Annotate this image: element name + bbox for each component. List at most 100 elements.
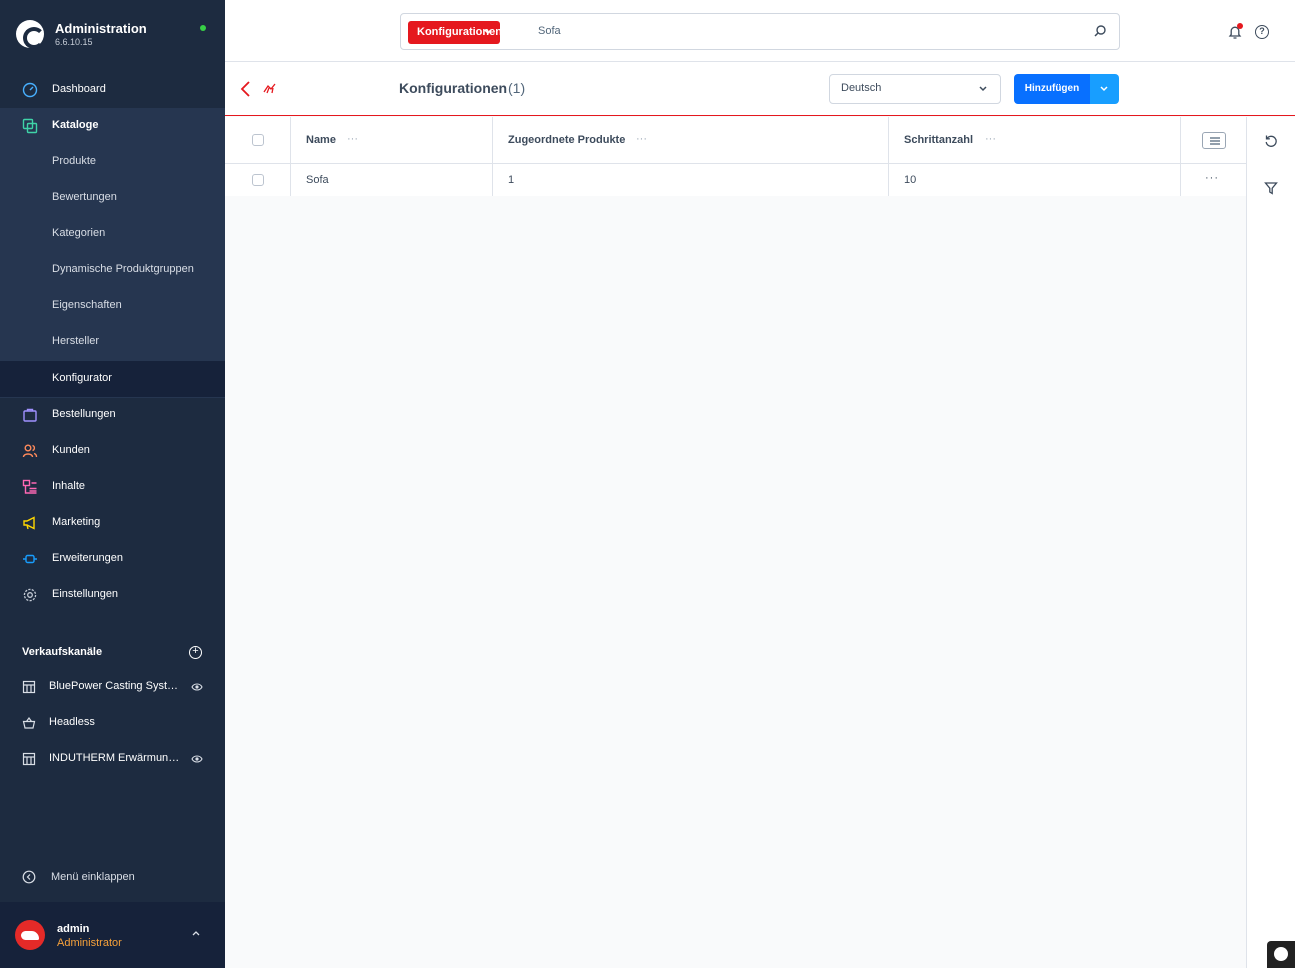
select-all-checkbox[interactable] <box>252 134 264 146</box>
search-input[interactable]: Sofa <box>538 25 561 37</box>
nav-label: Bestellungen <box>52 408 116 420</box>
help-icon[interactable]: ? <box>1255 25 1269 39</box>
nav-label: Kataloge <box>52 119 99 131</box>
table-header: Name ··· Zugeordnete Produkte ··· Schrit… <box>225 117 1246 164</box>
chevron-down-icon <box>484 29 492 35</box>
nav-label: Erweiterungen <box>52 552 123 564</box>
sales-channel-item[interactable]: Headless <box>0 705 225 741</box>
collapse-menu-label: Menü einklappen <box>51 871 135 883</box>
nav-properties[interactable]: Eigenschaften <box>0 288 225 324</box>
page-title: Konfigurationen <box>399 80 508 96</box>
sales-channel-item[interactable]: BluePower Casting Systeme <box>0 669 225 705</box>
avatar <box>15 920 45 950</box>
shopware-logo-icon[interactable] <box>16 20 45 49</box>
shopping-bag-icon <box>23 408 37 422</box>
gear-icon <box>23 588 37 602</box>
nav-label: Kategorien <box>52 227 106 239</box>
gauge-icon <box>22 82 38 98</box>
user-menu[interactable]: admin Administrator <box>0 902 225 968</box>
nav-dynamic-groups[interactable]: Dynamische Produktgruppen <box>0 252 225 288</box>
column-label: Name <box>306 134 336 146</box>
column-header-products[interactable]: Zugeordnete Produkte ··· <box>493 117 889 163</box>
storefront-icon <box>22 680 36 694</box>
row-select-cell <box>225 164 291 196</box>
row-checkbox[interactable] <box>252 174 264 186</box>
cell-name[interactable]: Sofa <box>291 164 493 196</box>
column-menu-icon[interactable]: ··· <box>347 133 358 145</box>
select-all-cell <box>225 117 291 163</box>
nav-label: Einstellungen <box>52 588 119 600</box>
add-button[interactable]: Hinzufügen <box>1014 74 1090 104</box>
collapse-menu-button[interactable]: Menü einklappen <box>0 860 225 894</box>
refresh-icon[interactable] <box>1264 134 1278 148</box>
megaphone-icon <box>23 516 35 530</box>
eye-icon[interactable] <box>191 682 203 692</box>
admin-sidebar: Administration 6.6.10.15 Dashboard Katal… <box>0 0 225 968</box>
nav-content[interactable]: Inhalte <box>0 469 225 505</box>
users-icon <box>22 444 38 458</box>
nav-configurator[interactable]: Konfigurator <box>0 361 225 397</box>
nav-label: Konfigurator <box>52 372 112 384</box>
nav-label: Dashboard <box>52 83 106 95</box>
eye-icon[interactable] <box>191 754 203 764</box>
sales-channel-item[interactable]: INDUTHERM Erwärmungsanlagen <box>0 741 225 777</box>
filter-icon[interactable] <box>1264 181 1278 195</box>
nav-manufacturers[interactable]: Hersteller <box>0 324 225 360</box>
chevron-left-circle-icon <box>22 870 36 884</box>
global-search[interactable]: Konfigurationen Sofa <box>400 13 1120 50</box>
sales-channels-title: Verkaufskanäle <box>22 646 103 658</box>
result-count: (1) <box>508 80 526 96</box>
nav-orders[interactable]: Bestellungen <box>0 397 225 433</box>
add-sales-channel-plus-icon[interactable]: + <box>189 646 202 659</box>
sidebar-header: Administration 6.6.10.15 <box>0 0 225 72</box>
column-label: Zugeordnete Produkte <box>508 134 626 146</box>
app-version: 6.6.10.15 <box>55 37 93 47</box>
nav-dashboard[interactable]: Dashboard <box>0 72 225 108</box>
nav-products[interactable]: Produkte <box>0 144 225 180</box>
column-label: Schrittanzahl <box>904 134 974 146</box>
online-status-icon <box>200 25 206 31</box>
sales-channel-label: Headless <box>49 716 95 728</box>
nav-settings[interactable]: Einstellungen <box>0 577 225 613</box>
app-title: Administration <box>55 21 147 36</box>
content-list-icon <box>22 479 37 494</box>
table-row[interactable]: Sofa 1 10 ··· <box>225 164 1246 196</box>
column-header-steps[interactable]: Schrittanzahl ··· <box>889 117 1181 163</box>
plug-icon <box>23 554 37 564</box>
language-select[interactable]: Deutsch <box>829 74 1001 104</box>
list-icon <box>1210 137 1220 145</box>
column-menu-icon[interactable]: ··· <box>636 133 647 145</box>
language-value: Deutsch <box>841 82 882 94</box>
plugin-brand-icon <box>263 83 276 94</box>
nav-extensions[interactable]: Erweiterungen <box>0 541 225 577</box>
user-role: Administrator <box>57 937 122 949</box>
nav-reviews[interactable]: Bewertungen <box>0 180 225 216</box>
nav-label: Dynamische Produktgruppen <box>52 263 194 275</box>
right-sidebar <box>1246 117 1295 968</box>
cell-value: 10 <box>904 174 917 186</box>
symfony-toolbar-icon[interactable] <box>1267 941 1295 968</box>
basket-icon <box>22 716 36 729</box>
nav-catalogues[interactable]: Kataloge <box>0 108 225 144</box>
nav-label: Inhalte <box>52 480 86 492</box>
row-actions-ellipsis-icon[interactable]: ··· <box>1205 172 1219 184</box>
nav-customers[interactable]: Kunden <box>0 433 225 469</box>
top-bar: Konfigurationen Sofa ? <box>225 0 1295 62</box>
search-type-dropdown[interactable]: Konfigurationen <box>408 21 502 44</box>
column-menu-icon[interactable]: ··· <box>985 133 996 145</box>
catalogue-icon <box>22 118 38 134</box>
back-arrow-icon[interactable] <box>239 80 251 98</box>
add-options-dropdown[interactable] <box>1090 74 1119 104</box>
nav-marketing[interactable]: Marketing <box>0 505 225 541</box>
column-settings-button[interactable] <box>1202 132 1226 149</box>
column-header-name[interactable]: Name ··· <box>291 117 493 163</box>
cell-steps: 10 <box>889 164 1181 196</box>
search-icon[interactable] <box>1093 24 1107 38</box>
nav-categories[interactable]: Kategorien <box>0 216 225 252</box>
nav-label: Produkte <box>52 155 97 167</box>
cell-value: 1 <box>508 174 515 186</box>
page-header: Konfigurationen (1) Deutsch Hinzufügen <box>225 62 1295 116</box>
cell-products: 1 <box>493 164 889 196</box>
user-name: admin <box>57 923 90 935</box>
nav-label: Bewertungen <box>52 191 117 203</box>
